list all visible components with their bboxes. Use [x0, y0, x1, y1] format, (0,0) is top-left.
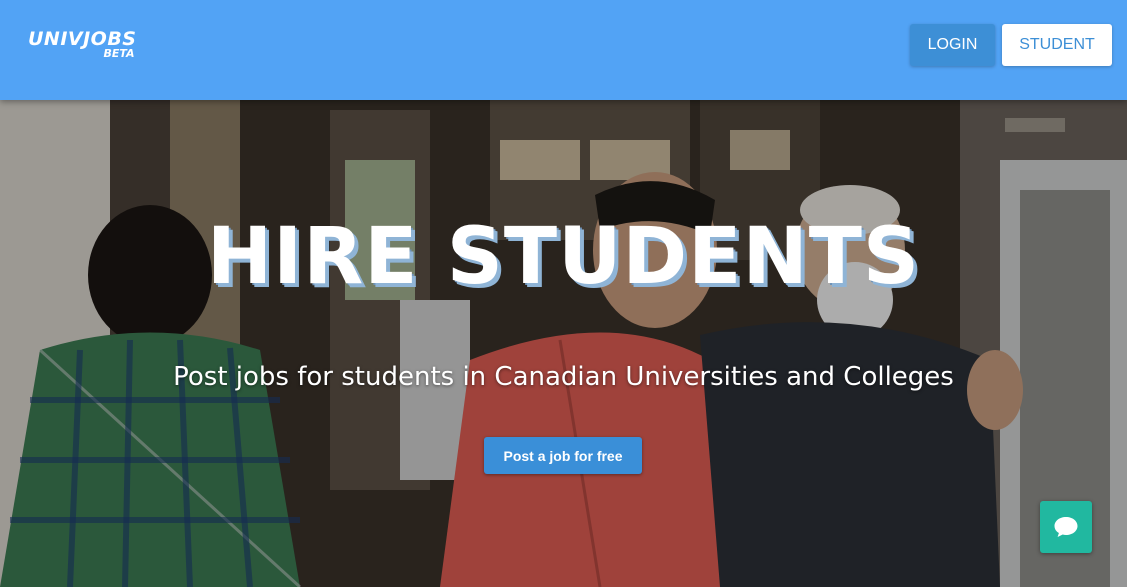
hero-title: HIRE STUDENTS	[206, 212, 921, 302]
chat-button[interactable]	[1040, 501, 1092, 553]
post-job-button[interactable]: Post a job for free	[484, 437, 642, 474]
univjobs-logo[interactable]: UNIVJOBS BETA	[28, 30, 137, 60]
hero-section: HIRE STUDENTS Post jobs for students in …	[0, 100, 1127, 587]
chat-bubble-icon	[1054, 517, 1078, 537]
login-button[interactable]: LOGIN	[910, 24, 995, 66]
student-button[interactable]: STUDENT	[1002, 24, 1112, 66]
hero-overlay	[0, 100, 1127, 587]
hero-subtitle: Post jobs for students in Canadian Unive…	[173, 362, 954, 392]
top-navbar: UNIVJOBS BETA LOGIN STUDENT	[0, 0, 1127, 100]
page: UNIVJOBS BETA LOGIN STUDENT HIRE STUDENT…	[0, 0, 1127, 587]
